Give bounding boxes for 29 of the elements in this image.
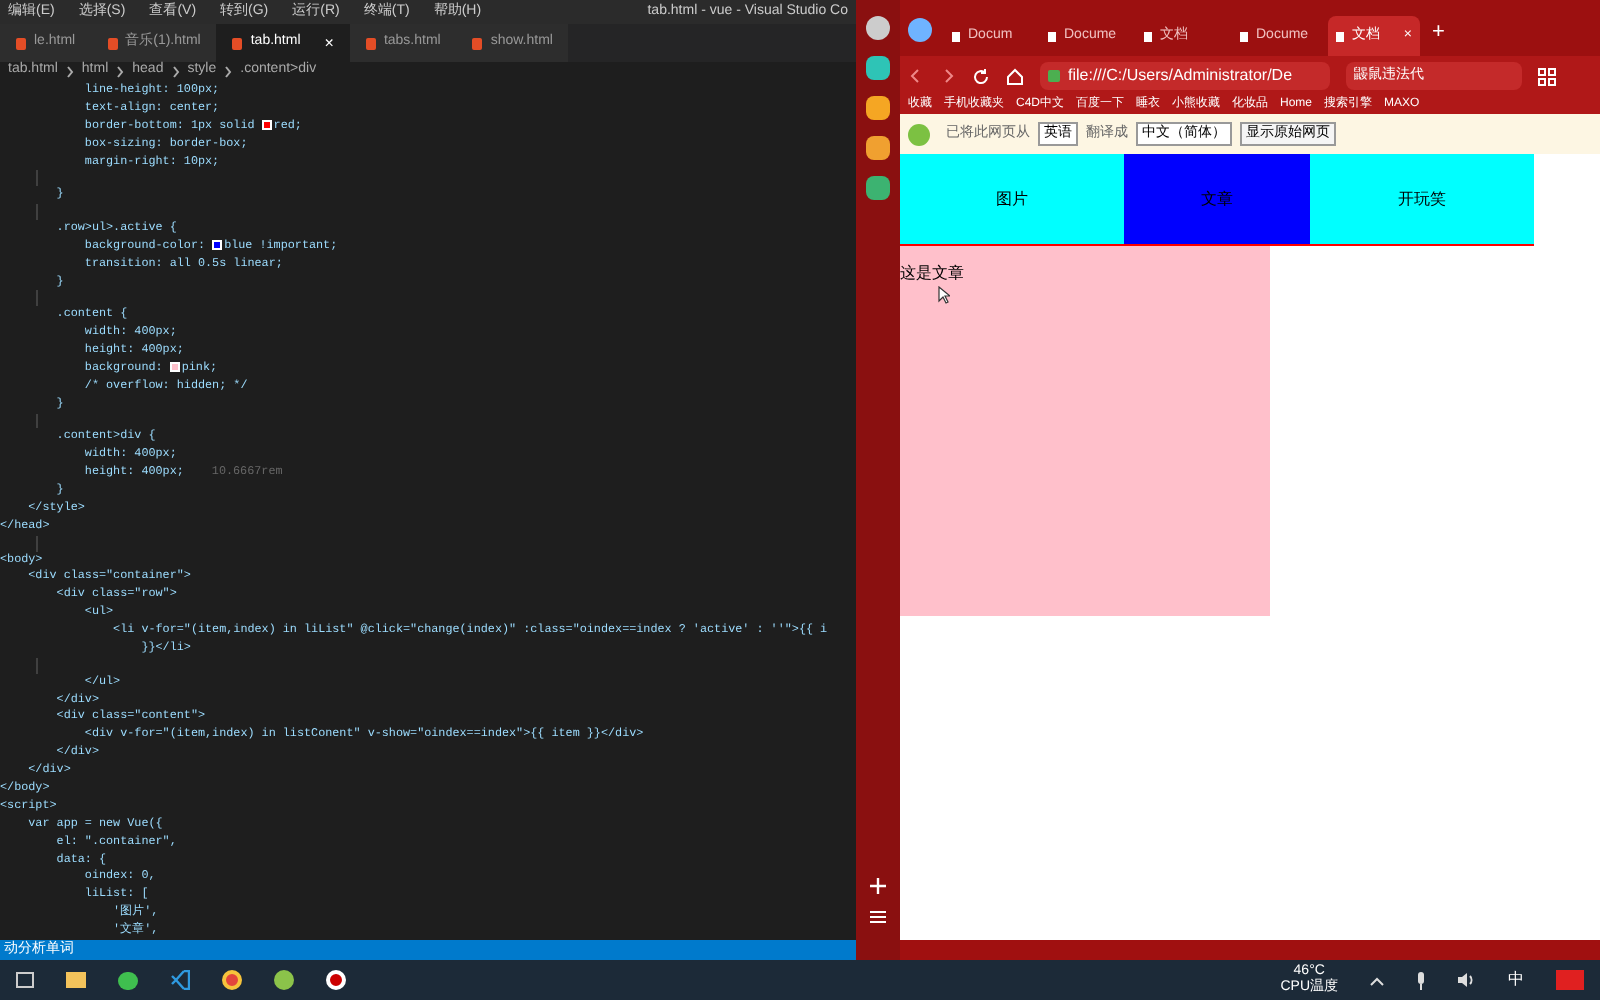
- chevron-icon: [116, 65, 125, 77]
- address-bar[interactable]: file:///C:/Users/Administrator/De: [1040, 62, 1330, 90]
- app-icon[interactable]: [866, 56, 890, 80]
- content-text: 这是文章: [900, 264, 964, 282]
- home-icon[interactable]: [1006, 67, 1024, 85]
- plus-icon[interactable]: [870, 878, 886, 894]
- chevron-icon: [171, 65, 180, 77]
- avatar-icon[interactable]: [866, 16, 890, 40]
- input-method-indicator[interactable]: 中: [1508, 968, 1524, 992]
- code-editor-icon[interactable]: [170, 970, 190, 990]
- page-tab[interactable]: 图片: [900, 154, 1124, 246]
- speaker-icon[interactable]: [1458, 972, 1476, 988]
- record-icon[interactable]: [326, 970, 346, 990]
- back-icon[interactable]: [908, 68, 924, 84]
- new-tab-button[interactable]: +: [1432, 15, 1445, 48]
- grid-icon[interactable]: [1538, 67, 1556, 85]
- microphone-icon[interactable]: [1416, 971, 1426, 989]
- chevron-up-icon[interactable]: [1370, 975, 1384, 985]
- forward-icon[interactable]: [940, 68, 956, 84]
- translate-icon: [908, 123, 930, 145]
- chevron-icon: [65, 65, 74, 77]
- cursor-icon: [938, 286, 950, 304]
- menu-icon[interactable]: [870, 910, 886, 924]
- page-tab[interactable]: 开玩笑: [1310, 154, 1534, 246]
- close-icon[interactable]: ×: [324, 31, 334, 55]
- task-view-icon[interactable]: [16, 972, 34, 988]
- chevron-icon: [224, 65, 233, 77]
- reload-icon[interactable]: [972, 67, 990, 85]
- app-icon[interactable]: [274, 970, 294, 990]
